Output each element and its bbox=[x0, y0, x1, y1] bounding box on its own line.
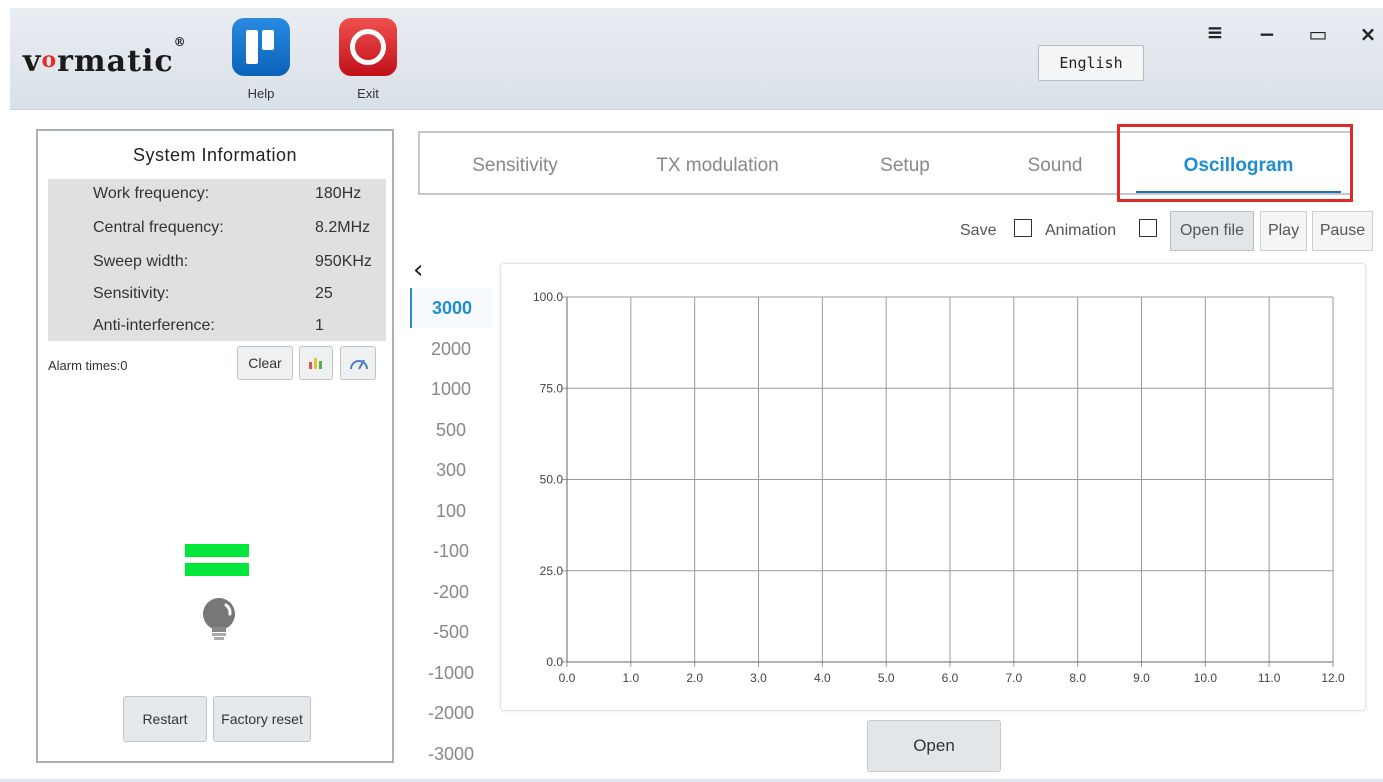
frequency-item[interactable]: 3000 bbox=[410, 288, 492, 328]
help-button[interactable]: Help bbox=[221, 18, 301, 101]
x-tick-label: 6.0 bbox=[942, 671, 959, 685]
exit-label: Exit bbox=[357, 86, 379, 101]
x-tick-label: 9.0 bbox=[1133, 671, 1150, 685]
frequency-item[interactable]: 100 bbox=[410, 491, 492, 531]
y-tick-label: 100.0 bbox=[533, 290, 563, 304]
close-icon[interactable]: × bbox=[1353, 22, 1383, 46]
frequency-item[interactable]: 1000 bbox=[410, 369, 492, 409]
oscillogram-chart: 0.0 1.0 2.0 3.0 4.0 5.0 6.0 7.0 8.0 9.0 10.0 11.0 12… bbox=[500, 263, 1366, 711]
animation-label: Animation bbox=[1045, 222, 1117, 239]
minimize-icon[interactable]: − bbox=[1252, 22, 1282, 46]
y-tick-label: 50.0 bbox=[540, 473, 564, 487]
x-tick-label: 12.0 bbox=[1321, 671, 1345, 685]
x-tick-label: 5.0 bbox=[878, 671, 895, 685]
tab-bar: Sensitivity TX modulation Setup Sound Os… bbox=[418, 131, 1353, 195]
restart-button[interactable]: Restart bbox=[123, 696, 207, 742]
tab-oscillogram[interactable]: Oscillogram bbox=[1136, 133, 1341, 193]
alarm-times: Alarm times:0 bbox=[48, 358, 128, 373]
save-checkbox[interactable] bbox=[1014, 219, 1032, 237]
system-info-panel: System Information Work frequency: 180Hz… bbox=[36, 129, 394, 763]
x-tick-label: 8.0 bbox=[1069, 671, 1086, 685]
tab-sensitivity[interactable]: Sensitivity bbox=[440, 133, 590, 193]
frequency-item[interactable]: -2000 bbox=[410, 693, 492, 733]
y-tick-label: 75.0 bbox=[540, 381, 564, 395]
status-indicator-bar-top bbox=[185, 544, 249, 557]
animation-checkbox[interactable] bbox=[1139, 219, 1157, 237]
play-button[interactable]: Play bbox=[1260, 211, 1307, 251]
language-button[interactable]: English bbox=[1038, 45, 1144, 81]
chart-bars-button[interactable] bbox=[299, 346, 333, 380]
x-tick-label: 0.0 bbox=[559, 671, 576, 685]
open-file-button[interactable]: Open file bbox=[1170, 211, 1254, 251]
frequency-item[interactable]: 300 bbox=[410, 450, 492, 490]
frequency-item[interactable]: -1000 bbox=[410, 653, 492, 693]
frequency-item[interactable]: -200 bbox=[410, 572, 492, 612]
bar-chart-icon bbox=[309, 358, 322, 369]
y-tick-label: 0.0 bbox=[546, 655, 563, 669]
tab-setup[interactable]: Setup bbox=[850, 133, 960, 193]
x-tick-label: 11.0 bbox=[1258, 671, 1281, 685]
x-tick-label: 2.0 bbox=[686, 671, 703, 685]
gauge-button[interactable] bbox=[340, 346, 376, 380]
x-tick-label: 10.0 bbox=[1194, 671, 1218, 685]
help-label: Help bbox=[247, 86, 275, 101]
info-row: Anti-interference: 1 bbox=[93, 317, 324, 334]
open-button[interactable]: Open bbox=[867, 720, 1001, 772]
title-bar: vormatic® Help Exit English ≡ − ▭ × bbox=[10, 8, 1383, 110]
tab-tx-modulation[interactable]: TX modulation bbox=[625, 133, 810, 193]
oscillogram-plot: 0.0 1.0 2.0 3.0 4.0 5.0 6.0 7.0 8.0 9.0 10.0 11.0 12… bbox=[533, 290, 1345, 685]
info-row: Sweep width: 950KHz bbox=[93, 253, 372, 270]
info-row: Sensitivity: 25 bbox=[93, 285, 333, 302]
lightbulb-icon bbox=[203, 598, 235, 640]
menu-icon[interactable]: ≡ bbox=[1200, 20, 1230, 44]
exit-button[interactable]: Exit bbox=[328, 18, 408, 101]
system-info-title: System Information bbox=[132, 145, 298, 165]
tab-sound[interactable]: Sound bbox=[1000, 133, 1110, 193]
system-info-table: Work frequency: 180Hz Central frequency:… bbox=[48, 179, 386, 341]
vormatic-logo: vormatic® bbox=[23, 35, 187, 79]
info-row: Work frequency: 180Hz bbox=[93, 185, 362, 202]
maximize-icon[interactable]: ▭ bbox=[1303, 22, 1333, 46]
logo-dot: o bbox=[41, 47, 58, 73]
back-arrow-icon[interactable]: ‹ bbox=[413, 255, 423, 285]
x-tick-label: 3.0 bbox=[750, 671, 767, 685]
frequency-item[interactable]: -500 bbox=[410, 612, 492, 652]
pause-button[interactable]: Pause bbox=[1312, 211, 1373, 251]
active-tab-underline bbox=[1136, 191, 1341, 193]
frequency-item[interactable]: 2000 bbox=[410, 329, 492, 369]
x-tick-label: 7.0 bbox=[1005, 671, 1022, 685]
frequency-item[interactable]: -3000 bbox=[410, 734, 492, 774]
x-tick-label: 1.0 bbox=[622, 671, 639, 685]
factory-reset-button[interactable]: Factory reset bbox=[213, 696, 311, 742]
save-label: Save bbox=[960, 222, 997, 239]
x-tick-label: 4.0 bbox=[814, 671, 831, 685]
status-indicator-bar-bottom bbox=[185, 563, 249, 576]
gauge-icon bbox=[350, 359, 368, 370]
frequency-item[interactable]: -100 bbox=[410, 531, 492, 571]
exit-icon bbox=[339, 18, 397, 76]
help-icon bbox=[232, 18, 290, 76]
info-row: Central frequency: 8.2MHz bbox=[93, 219, 371, 236]
y-tick-label: 25.0 bbox=[540, 564, 564, 578]
clear-button[interactable]: Clear bbox=[237, 346, 293, 380]
frequency-item[interactable]: 500 bbox=[410, 410, 492, 450]
